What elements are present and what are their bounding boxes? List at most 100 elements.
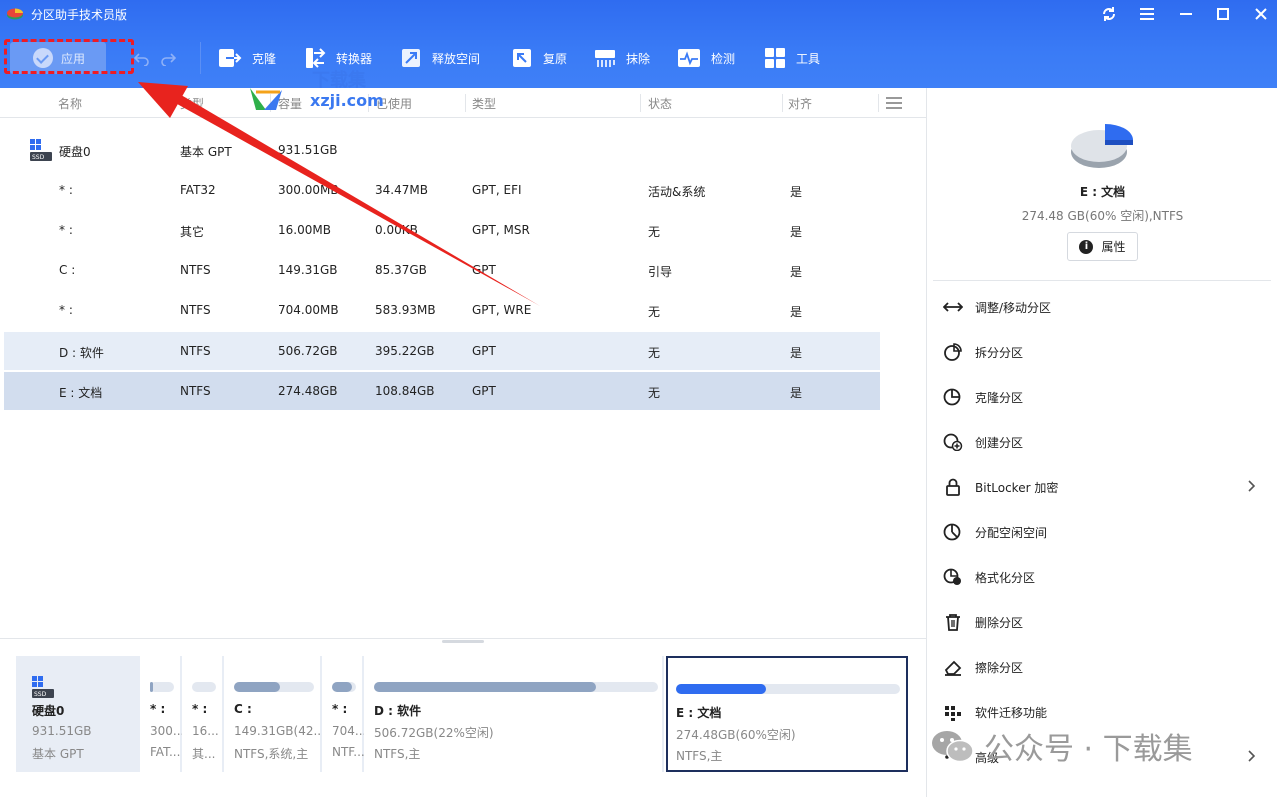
- op-app-migration[interactable]: 软件迁移功能: [943, 697, 1273, 727]
- row-align: 是: [790, 305, 803, 319]
- row-fs: GPT, MSR: [472, 223, 530, 237]
- row-capacity: 149.31GB: [278, 263, 338, 277]
- usage-fill: [676, 684, 766, 694]
- col-type[interactable]: 类型: [180, 95, 204, 112]
- col-align[interactable]: 对齐: [788, 95, 812, 112]
- col-fs-type[interactable]: 类型: [472, 95, 496, 112]
- row-align: 是: [790, 185, 803, 199]
- op-label: 格式化分区: [975, 570, 1036, 585]
- disk-map-partition[interactable]: D : 软件 506.72GB(22%空闲) NTFS,主: [366, 656, 664, 772]
- redo-icon[interactable]: [160, 50, 176, 66]
- wechat-text: 公众号 · 下载集: [984, 732, 1193, 767]
- partition-fs: NTFS,主: [374, 747, 421, 761]
- row-used: 0.00KB: [375, 223, 418, 237]
- disk-map: SSD 硬盘0 931.51GB 基本 GPT * : 300... FAT..…: [14, 654, 910, 774]
- watermark-url: xzji.com: [310, 91, 384, 110]
- col-divider: [640, 94, 641, 112]
- close-icon[interactable]: [1250, 4, 1272, 24]
- title-bar: 分区助手技术员版: [0, 0, 1277, 28]
- row-capacity: 931.51GB: [278, 143, 338, 157]
- table-row[interactable]: * : 其它 16.00MB 0.00KB GPT, MSR 无 是: [4, 211, 880, 249]
- maximize-icon[interactable]: [1212, 4, 1234, 24]
- row-fs: GPT: [472, 344, 496, 358]
- disk-map-disk[interactable]: SSD 硬盘0 931.51GB 基本 GPT: [16, 656, 140, 772]
- free-space-button[interactable]: 释放空间: [400, 36, 480, 80]
- pane-splitter: [0, 638, 926, 639]
- op-clone[interactable]: 克隆分区: [943, 382, 1273, 412]
- op-delete[interactable]: 删除分区: [943, 607, 1273, 637]
- properties-button[interactable]: i 属性: [1067, 232, 1138, 261]
- row-fs: GPT: [472, 384, 496, 398]
- disk-map-partition[interactable]: * : 300... FAT...: [142, 656, 182, 772]
- partition-size: 300...: [150, 724, 182, 738]
- op-format[interactable]: 格式化分区: [943, 562, 1273, 592]
- usage-fill: [234, 682, 280, 692]
- row-capacity: 300.00MB: [278, 183, 339, 197]
- col-divider: [782, 94, 783, 112]
- tools-button[interactable]: 工具: [764, 36, 820, 80]
- toolbar: 应用 克隆 转换器 释放空间 复原 抹除 检测 工具: [0, 36, 1277, 80]
- restore-button[interactable]: 复原: [511, 36, 567, 80]
- op-label: BitLocker 加密: [975, 480, 1059, 495]
- table-row[interactable]: C : NTFS 149.31GB 85.37GB GPT 引导 是: [4, 251, 880, 289]
- apps-dots-icon: [945, 706, 961, 721]
- disk-row[interactable]: SSD 硬盘0 基本 GPT 931.51GB: [4, 131, 880, 169]
- op-label: 调整/移动分区: [975, 300, 1052, 315]
- disk-map-partition[interactable]: * : 16... 其...: [184, 656, 224, 772]
- table-row-selected[interactable]: E : 文档 NTFS 274.48GB 108.84GB GPT 无 是: [4, 372, 880, 410]
- row-align: 是: [790, 386, 803, 400]
- svg-text:SSD: SSD: [34, 691, 47, 698]
- resize-arrows-icon: [943, 302, 963, 312]
- table-header: 名称 类型 容量 已使用 类型 状态 对齐: [0, 88, 926, 118]
- row-used: 108.84GB: [375, 384, 435, 398]
- disk-map-partition[interactable]: * : 704... NTF...: [324, 656, 364, 772]
- col-name[interactable]: 名称: [58, 95, 82, 112]
- disk-type: 基本 GPT: [32, 747, 84, 761]
- ssd-disk-icon: SSD: [32, 676, 54, 698]
- op-wipe[interactable]: 擦除分区: [943, 652, 1273, 682]
- disk-map-partition-selected[interactable]: E : 文档 274.48GB(60%空闲) NTFS,主: [666, 656, 908, 772]
- partition-name: * :: [332, 702, 348, 716]
- row-type: NTFS: [180, 303, 211, 317]
- row-type: NTFS: [180, 384, 211, 398]
- op-create[interactable]: 创建分区: [943, 427, 1273, 457]
- table-row[interactable]: * : NTFS 704.00MB 583.93MB GPT, WRE 无 是: [4, 291, 880, 329]
- usage-fill: [332, 682, 352, 692]
- table-row[interactable]: D : 软件 NTFS 506.72GB 395.22GB GPT 无 是: [4, 332, 880, 370]
- disk-map-partition[interactable]: C : 149.31GB(42... NTFS,系统,主: [226, 656, 322, 772]
- op-allocate-free-space[interactable]: 分配空闲空间: [943, 517, 1273, 547]
- undo-icon[interactable]: [134, 50, 150, 66]
- refresh-icon[interactable]: [1098, 4, 1120, 24]
- minimize-icon[interactable]: [1175, 4, 1197, 24]
- check-label: 检测: [711, 51, 736, 66]
- splitter-handle[interactable]: [442, 640, 484, 643]
- row-type: 基本 GPT: [180, 145, 232, 159]
- col-status[interactable]: 状态: [648, 95, 672, 112]
- partition-name: D : 软件: [374, 704, 422, 718]
- partition-fs: NTFS,主: [676, 749, 723, 763]
- free-space-icon: [402, 49, 420, 67]
- row-status: 引导: [648, 265, 673, 279]
- op-bitlocker[interactable]: BitLocker 加密: [943, 472, 1273, 502]
- menu-icon[interactable]: [1136, 4, 1158, 24]
- column-settings-icon[interactable]: [886, 96, 902, 110]
- chevron-right-icon: [1248, 480, 1256, 492]
- partition-size: 274.48GB(60%空闲): [676, 728, 796, 742]
- table-row[interactable]: * : FAT32 300.00MB 34.47MB GPT, EFI 活动&系…: [4, 171, 880, 209]
- row-capacity: 274.48GB: [278, 384, 338, 398]
- chevron-right-icon: [1248, 750, 1256, 762]
- col-divider: [172, 94, 173, 112]
- partition-fs: FAT...: [150, 745, 181, 759]
- app-title: 分区助手技术员版: [31, 8, 128, 22]
- restore-label: 复原: [543, 51, 568, 66]
- op-split[interactable]: 拆分分区: [943, 337, 1273, 367]
- row-fs: GPT, EFI: [472, 183, 522, 197]
- check-button[interactable]: 检测: [677, 36, 735, 80]
- op-label: 删除分区: [975, 615, 1024, 630]
- partition-name: C :: [234, 702, 252, 716]
- trash-icon: [946, 614, 960, 631]
- converter-label: 转换器: [336, 51, 373, 66]
- heartbeat-icon: [678, 49, 700, 67]
- wipe-button[interactable]: 抹除: [594, 36, 650, 80]
- op-resize-move[interactable]: 调整/移动分区: [943, 292, 1273, 322]
